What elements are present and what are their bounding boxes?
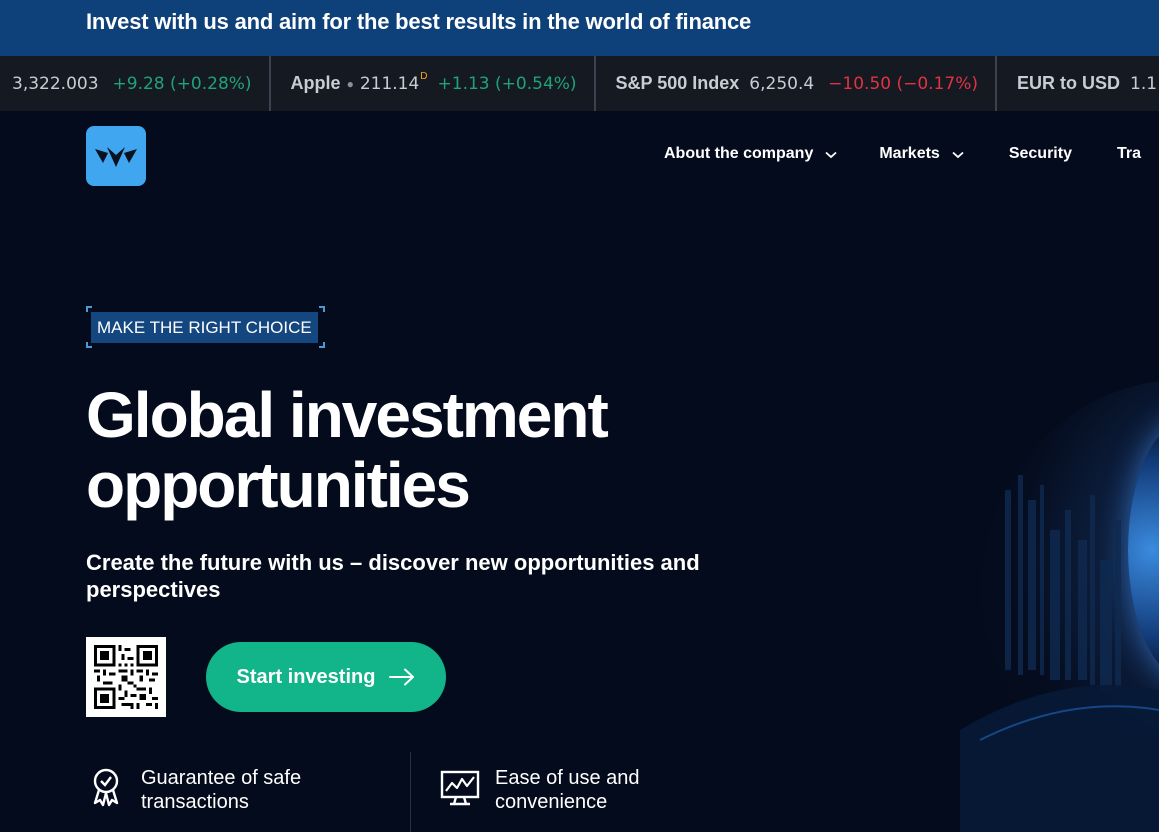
hero-tag-text: MAKE THE RIGHT CHOICE — [91, 312, 318, 343]
feature-ease-of-use: Ease of use and convenience — [440, 766, 665, 814]
ticker-item[interactable]: Apple ● 211.14 D +1.13 (+0.54%) — [271, 56, 596, 111]
banner-text: Invest with us and aim for the best resu… — [86, 9, 752, 34]
ticker-price: 1.1 — [1130, 73, 1158, 94]
ticker-price: 6,250.4 — [749, 73, 815, 94]
nav-item-about-company[interactable]: About the company — [664, 145, 837, 163]
logo[interactable] — [86, 126, 146, 186]
tag-corner — [319, 342, 325, 348]
qr-code-icon — [94, 645, 158, 709]
nav-item-security[interactable]: Security — [1009, 145, 1072, 163]
ticker-name: S&P 500 Index — [615, 73, 740, 93]
hero-title: Global investment opportunities — [86, 379, 609, 521]
hero-subtitle: Create the future with us – discover new… — [86, 550, 700, 602]
nav-item-markets[interactable]: Markets — [879, 145, 964, 163]
crown-logo-icon — [95, 147, 137, 167]
ticker-change: +9.28 (+0.28%) — [112, 73, 252, 94]
feature-text: Ease of use and convenience — [495, 767, 640, 813]
cta-label: Start investing — [236, 665, 376, 688]
chevron-down-icon — [952, 151, 964, 158]
ticker-price: 211.14 — [359, 73, 420, 94]
nav-item-label: Security — [1008, 145, 1072, 162]
nav-item-label: Tra — [1116, 145, 1141, 162]
arrow-right-icon — [389, 668, 415, 686]
main-nav: About the company Markets Security Tra — [664, 145, 1141, 163]
ticker-name: EUR to USD — [1017, 73, 1121, 93]
chevron-down-icon — [825, 151, 837, 158]
ticker-separator-dot: ● — [346, 76, 354, 91]
market-ticker: 3,322.003 +9.28 (+0.28%) Apple ● 211.14 … — [0, 56, 1159, 111]
hero-background-image — [900, 300, 1159, 832]
award-ribbon-icon — [86, 766, 126, 810]
ticker-item[interactable]: EUR to USD 1.1 — [997, 56, 1159, 111]
chart-monitor-icon — [440, 766, 480, 810]
ticker-change: −10.50 (−0.17%) — [828, 73, 979, 94]
nav-item-label: About the company — [664, 145, 814, 162]
ticker-name: Apple — [290, 73, 341, 93]
feature-text: Guarantee of safe transactions — [141, 767, 302, 813]
top-banner: Invest with us and aim for the best resu… — [0, 0, 1159, 56]
hero-tag: MAKE THE RIGHT CHOICE — [86, 306, 325, 348]
city-skyline-illustration — [960, 475, 1159, 832]
tag-corner — [319, 306, 325, 312]
ticker-item[interactable]: S&P 500 Index 6,250.4 −10.50 (−0.17%) — [596, 56, 998, 111]
ticker-price: 3,322.003 — [12, 73, 99, 94]
ticker-change: +1.13 (+0.54%) — [437, 73, 577, 94]
qr-code — [86, 637, 166, 717]
feature-divider — [410, 752, 411, 832]
feature-safe-transactions: Guarantee of safe transactions — [86, 766, 331, 814]
ticker-flag: D — [420, 71, 428, 82]
ticker-item[interactable]: 3,322.003 +9.28 (+0.28%) — [0, 56, 271, 111]
nav-item-label: Markets — [879, 145, 940, 162]
nav-item-trading[interactable]: Tra — [1117, 145, 1141, 163]
start-investing-button[interactable]: Start investing — [206, 642, 446, 712]
site-header: About the company Markets Security Tra — [0, 111, 1159, 201]
